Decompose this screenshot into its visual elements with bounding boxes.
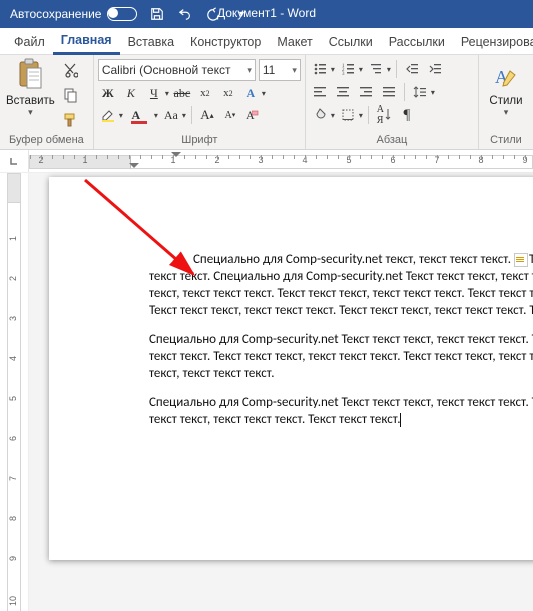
paragraph-group-title: Абзац	[310, 132, 474, 149]
text-cursor	[400, 413, 401, 427]
autosave-toggle[interactable]: Автосохранение	[10, 7, 137, 21]
hanging-indent-marker[interactable]	[129, 163, 139, 168]
ruler-vertical[interactable]: 12345678910	[0, 173, 29, 611]
align-justify-button[interactable]	[379, 82, 399, 102]
align-center-button[interactable]	[333, 82, 353, 102]
styles-button[interactable]: A Стили ▾	[483, 57, 529, 118]
line-spacing-button[interactable]	[410, 82, 430, 102]
shrink-font-button[interactable]: A▾	[220, 105, 240, 125]
font-group-title: Шрифт	[98, 132, 301, 149]
paragraph[interactable]: Специально для Comp-security.net текст, …	[149, 251, 533, 319]
styles-group-title: Стили	[483, 132, 529, 149]
copy-button[interactable]	[59, 84, 81, 106]
show-marks-button[interactable]: ¶	[397, 105, 417, 125]
tab-home[interactable]: Главная	[53, 29, 120, 55]
borders-button[interactable]	[338, 105, 358, 125]
highlight-button[interactable]	[98, 105, 118, 125]
paragraph-text: Специально для Comp-security.net Текст т…	[149, 395, 533, 427]
ribbon: Вставить ▾ Буфер обмена Calibri (Основно…	[0, 55, 533, 150]
bullets-button[interactable]	[310, 59, 330, 79]
tab-mailings[interactable]: Рассылки	[381, 31, 453, 54]
text-effects-button[interactable]: A	[241, 83, 261, 103]
first-line-indent-marker[interactable]	[171, 152, 181, 157]
ruler-horizontal[interactable]: 21123456789101112	[0, 150, 533, 173]
toggle-switch-off[interactable]	[107, 7, 137, 21]
ribbon-tabs: Файл Главная Вставка Конструктор Макет С…	[0, 28, 533, 55]
tab-design[interactable]: Конструктор	[182, 31, 269, 54]
tab-layout[interactable]: Макет	[269, 31, 320, 54]
italic-button[interactable]: К	[121, 83, 141, 103]
strikethrough-button[interactable]: abc	[172, 83, 192, 103]
change-case-button[interactable]: Aa	[161, 105, 181, 125]
group-paragraph: ▾ 123▾ ▾ ▾	[306, 55, 479, 149]
numbering-button[interactable]: 123	[338, 59, 358, 79]
tab-review[interactable]: Рецензирова	[453, 31, 533, 54]
styles-label: Стили	[489, 95, 522, 107]
align-left-button[interactable]	[310, 82, 330, 102]
object-anchor-icon[interactable]	[514, 253, 528, 267]
autosave-label: Автосохранение	[10, 7, 101, 21]
svg-text:3: 3	[342, 72, 345, 76]
title-bar: Автосохранение ▾ Документ1 - Word	[0, 0, 533, 28]
clipboard-group-title: Буфер обмена	[4, 132, 89, 149]
undo-icon[interactable]	[177, 6, 193, 22]
sort-button[interactable]: AЯ	[374, 105, 394, 125]
tab-references[interactable]: Ссылки	[321, 31, 381, 54]
paragraph[interactable]: Специально для Comp-security.net Текст т…	[149, 394, 533, 428]
underline-button[interactable]: Ч	[144, 83, 164, 103]
multilevel-button[interactable]	[366, 59, 386, 79]
superscript-button[interactable]: x2	[218, 83, 238, 103]
font-size-combo[interactable]: 11▾	[259, 59, 301, 81]
paste-label: Вставить	[6, 95, 55, 107]
group-clipboard: Вставить ▾ Буфер обмена	[0, 55, 94, 149]
tab-file[interactable]: Файл	[6, 31, 53, 54]
format-painter-button[interactable]	[59, 109, 81, 131]
font-name-combo[interactable]: Calibri (Основной текст▾	[98, 59, 256, 81]
decrease-indent-button[interactable]	[402, 59, 422, 79]
document-title: Документ1 - Word	[217, 6, 316, 20]
styles-icon: A	[492, 63, 520, 91]
group-styles: A Стили ▾ Стили	[479, 55, 533, 149]
bold-button[interactable]: Ж	[98, 83, 118, 103]
paste-button[interactable]: Вставить ▾	[4, 57, 57, 118]
font-name-value: Calibri (Основной текст	[102, 63, 231, 77]
shading-button[interactable]	[310, 105, 330, 125]
page: Специально для Comp-security.net текст, …	[49, 177, 533, 560]
tab-selector[interactable]	[0, 150, 29, 172]
paste-icon	[12, 57, 48, 93]
font-size-value: 11	[263, 63, 275, 77]
align-right-button[interactable]	[356, 82, 376, 102]
clear-format-button[interactable]: A	[243, 105, 263, 125]
grow-font-button[interactable]: A▴	[197, 105, 217, 125]
paragraph[interactable]: Специально для Comp-security.net Текст т…	[149, 331, 533, 382]
increase-indent-button[interactable]	[425, 59, 445, 79]
cut-button[interactable]	[59, 59, 81, 81]
save-icon[interactable]	[149, 6, 165, 22]
group-font: Calibri (Основной текст▾ 11▾ Ж К Ч▾ abc …	[94, 55, 306, 149]
document-canvas[interactable]: Специально для Comp-security.net текст, …	[29, 173, 533, 611]
subscript-button[interactable]: x2	[195, 83, 215, 103]
tab-insert[interactable]: Вставка	[120, 31, 182, 54]
